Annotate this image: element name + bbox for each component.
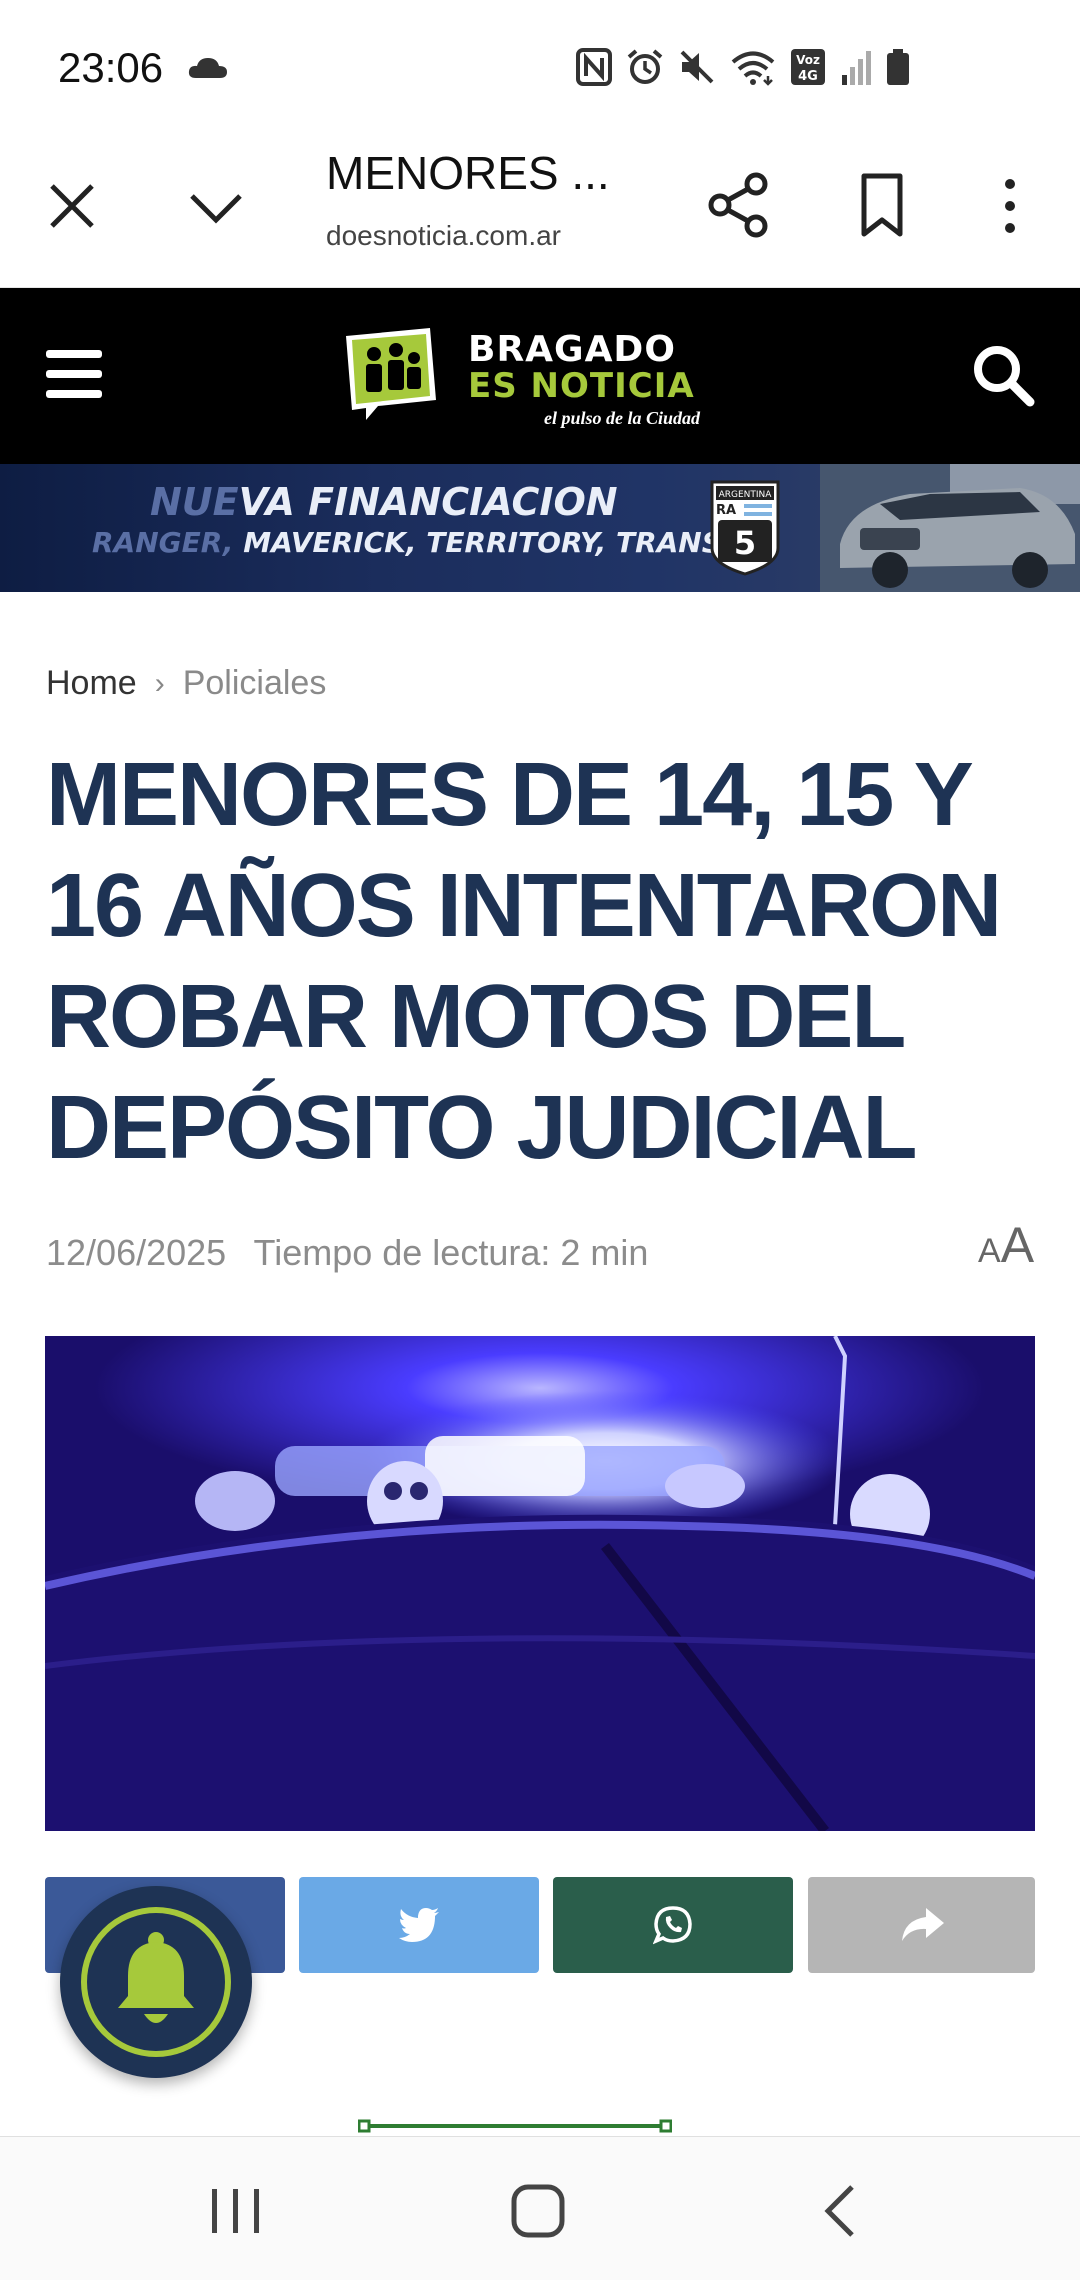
share-icon[interactable] [704,170,774,240]
font-size-large[interactable]: A [1001,1217,1034,1273]
route-country: ARGENTINA [719,490,773,500]
site-logo[interactable]: BRAGADO ES NOTICIA el pulso de la Ciudad [338,322,718,432]
article-headline: MENORES DE 14, 15 Y 16 AÑOS INTENTARON R… [46,745,1002,1178]
ad-headline-text: VA FINANCIACION [238,480,618,524]
car-image [820,464,1080,592]
recents-icon[interactable] [206,2185,266,2237]
breadcrumb-separator: › [154,666,165,700]
svg-text:4G: 4G [798,69,818,84]
breadcrumb-home[interactable]: Home [46,664,137,703]
status-icons: Voz 4G [576,48,910,86]
route-code: RA [716,503,736,518]
close-icon[interactable] [42,176,102,236]
logo-subtitle: ES NOTICIA [468,366,695,406]
ad-banner[interactable]: NUEVA FINANCIACION RANGER, MAVERICK, TER… [0,464,1080,592]
font-size-small[interactable]: A [978,1232,1001,1270]
notification-bell-button[interactable] [60,1886,252,2078]
route-number: 5 [734,524,756,562]
page-title[interactable]: MENORES ... [326,146,626,200]
ad-headline-fade: NUE [150,480,239,524]
more-options-icon[interactable] [990,174,1030,238]
alarm-icon [627,49,663,84]
hamburger-menu-icon[interactable] [44,346,104,402]
share-more-button[interactable] [808,1877,1035,1973]
browser-toolbar: MENORES ... doesnoticia.com.ar [0,140,1080,288]
wifi-icon [731,51,775,86]
ad-models: RANGER, MAVERICK, TERRITORY, TRANSIT [92,526,751,559]
status-time: 23:06 [58,44,164,91]
reading-time: Tiempo de lectura: 2 min [253,1232,649,1273]
article-meta: 12/06/2025 Tiempo de lectura: 2 min [46,1232,648,1274]
bell-icon [118,1932,194,2023]
logo-tagline: el pulso de la Ciudad [544,408,701,428]
breadcrumb-category[interactable]: Policiales [183,664,327,703]
logo-mark-icon [346,328,436,420]
ad-models-fade: RANGER, [92,526,244,559]
bell-ring [81,1907,231,2057]
font-size-toggle[interactable]: AA [978,1216,1034,1274]
system-nav-bar [0,2136,1080,2280]
battery-icon [887,49,909,85]
bookmark-icon[interactable] [850,170,914,240]
share-arrow-icon [901,1908,944,1941]
page-url[interactable]: doesnoticia.com.ar [326,220,626,252]
volte-4g-icon: Voz 4G [791,49,825,85]
route-sign-icon: ARGENTINA RA 5 [710,480,780,576]
site-header: BRAGADO ES NOTICIA el pulso de la Ciudad [0,288,1080,464]
signal-icon [842,51,871,85]
home-icon[interactable] [508,2181,568,2241]
breadcrumb: Home › Policiales [46,664,326,703]
article-date: 12/06/2025 [46,1232,227,1273]
mute-icon [680,50,714,84]
twitter-icon [399,1908,439,1942]
scroll-indicator [358,2119,672,2133]
cloud-icon [188,58,227,78]
status-bar: 23:06 Voz 4G [0,0,1080,140]
whatsapp-icon [653,1906,692,1945]
twitter-share-button[interactable] [299,1877,539,1973]
logo-name: BRAGADO [468,329,676,370]
chevron-down-icon[interactable] [186,178,246,238]
svg-text:Voz: Voz [796,53,820,67]
search-icon[interactable] [970,342,1036,408]
nfc-icon [576,48,612,86]
ad-headline: NUEVA FINANCIACION [150,480,618,524]
whatsapp-share-button[interactable] [553,1877,793,1973]
ad-models-text: MAVERICK, TERRITORY, TRANSIT [243,526,752,559]
back-icon[interactable] [820,2183,860,2239]
article-image[interactable] [45,1336,1035,1831]
